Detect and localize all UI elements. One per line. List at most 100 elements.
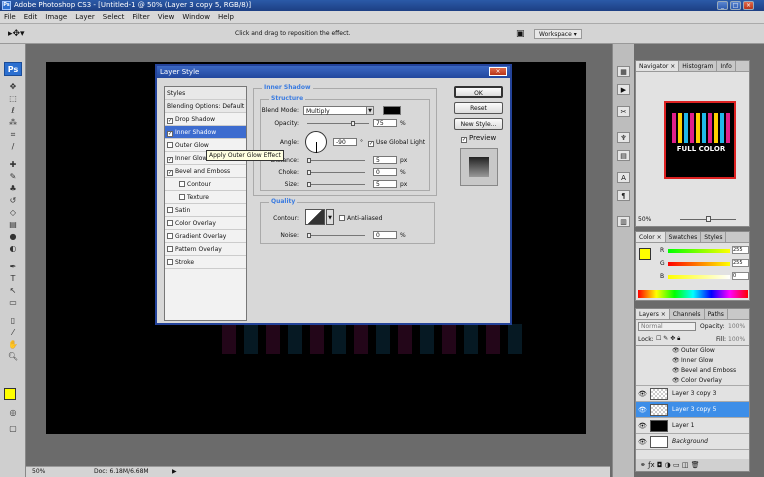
workspace-menu[interactable]: Workspace ▾ <box>534 29 582 39</box>
tab-histogram[interactable]: Histogram <box>679 61 718 71</box>
size-slider[interactable] <box>307 182 365 187</box>
tab-color[interactable]: Color × <box>636 232 666 242</box>
effect-eye-icon[interactable]: 👁︎ <box>672 346 680 356</box>
foreground-color-swatch[interactable] <box>4 388 16 400</box>
menu-file[interactable]: File <box>0 11 20 24</box>
hand-tool-icon[interactable]: ✋ <box>6 340 20 350</box>
contour-chevron-down-icon[interactable]: ▼ <box>326 209 334 225</box>
brushes-icon[interactable]: ▦ <box>617 66 630 77</box>
layer-row[interactable]: 👁︎ Background <box>636 434 749 450</box>
blur-tool-icon[interactable]: ● <box>6 232 20 242</box>
contour-preview[interactable] <box>305 209 325 225</box>
effect-color-overlay[interactable]: 👁︎ Color Overlay <box>636 376 749 386</box>
tool-presets-icon[interactable]: ✂ <box>617 106 630 117</box>
menu-image[interactable]: Image <box>41 11 71 24</box>
b-slider[interactable] <box>668 275 730 279</box>
style-item-checkbox[interactable] <box>167 220 173 226</box>
character-icon[interactable]: A <box>617 172 630 183</box>
tab-navigator[interactable]: Navigator × <box>636 61 680 71</box>
minimize-button[interactable]: _ <box>717 1 728 10</box>
style-item-checkbox[interactable]: ✓ <box>167 131 173 137</box>
screen-mode-icon[interactable]: ▢ <box>6 424 20 434</box>
style-item-checkbox[interactable]: ✓ <box>167 118 173 124</box>
distance-slider[interactable] <box>307 158 365 163</box>
brush-tool-icon[interactable]: ✎ <box>6 172 20 182</box>
tab-swatches[interactable]: Swatches <box>666 232 702 242</box>
type-tool-icon[interactable]: T <box>6 274 20 284</box>
fg-color-chip[interactable] <box>639 248 651 260</box>
style-item-contour[interactable]: Contour <box>165 178 246 191</box>
style-item-bevel-and-emboss[interactable]: ✓ Bevel and Emboss <box>165 165 246 178</box>
tab-channels[interactable]: Channels <box>670 309 705 319</box>
effect-outer-glow[interactable]: 👁︎ Outer Glow <box>636 346 749 356</box>
clone-source-icon[interactable]: ♆ <box>617 132 630 143</box>
menu-window[interactable]: Window <box>178 11 214 24</box>
bridge-icon[interactable]: ▣ <box>516 24 525 44</box>
styles-header[interactable]: Styles <box>165 87 246 100</box>
eraser-tool-icon[interactable]: ◇ <box>6 208 20 218</box>
dialog-title-bar[interactable]: Layer Style <box>157 66 510 78</box>
g-value[interactable]: 255 <box>732 259 749 267</box>
style-item-checkbox[interactable]: ✓ <box>167 170 173 176</box>
choke-slider[interactable] <box>307 170 365 175</box>
close-button[interactable]: × <box>743 1 754 10</box>
opacity-value[interactable]: 100% <box>728 323 745 330</box>
style-item-color-overlay[interactable]: Color Overlay <box>165 217 246 230</box>
style-item-checkbox[interactable] <box>179 194 185 200</box>
b-value[interactable]: 0 <box>732 272 749 280</box>
magic-wand-icon[interactable]: ⁂ <box>6 118 20 128</box>
navigator-zoom[interactable]: 50% <box>638 216 651 223</box>
menu-view[interactable]: View <box>154 11 179 24</box>
shadow-color-swatch[interactable] <box>383 106 401 115</box>
style-item-checkbox[interactable] <box>179 181 185 187</box>
style-item-drop-shadow[interactable]: ✓ Drop Shadow <box>165 113 246 126</box>
reset-button[interactable]: Reset <box>454 102 503 114</box>
style-item-checkbox[interactable] <box>167 259 173 265</box>
blend-mode-select[interactable]: Normal <box>638 322 696 331</box>
menu-edit[interactable]: Edit <box>20 11 42 24</box>
tab-info[interactable]: Info <box>717 61 736 71</box>
opacity-slider[interactable] <box>307 121 369 126</box>
menu-layer[interactable]: Layer <box>71 11 99 24</box>
r-value[interactable]: 255 <box>732 246 749 254</box>
angle-input[interactable]: -90 <box>333 138 357 146</box>
visibility-eye-icon[interactable]: 👁︎ <box>638 406 647 414</box>
style-item-checkbox[interactable] <box>167 246 173 252</box>
effect-inner-glow[interactable]: 👁︎ Inner Glow <box>636 356 749 366</box>
style-item-pattern-overlay[interactable]: Pattern Overlay <box>165 243 246 256</box>
actions-icon[interactable]: ▶ <box>617 84 630 95</box>
distance-slider-knob[interactable] <box>307 158 311 163</box>
history-brush-icon[interactable]: ↺ <box>6 196 20 206</box>
visibility-eye-icon[interactable]: 👁︎ <box>638 422 647 430</box>
style-item-texture[interactable]: Texture <box>165 191 246 204</box>
zoom-level[interactable]: 50% <box>32 467 45 477</box>
lasso-tool-icon[interactable]: ℓ <box>6 106 20 116</box>
g-slider[interactable] <box>668 262 730 266</box>
tab-layers[interactable]: Layers × <box>636 309 670 319</box>
ok-button[interactable]: OK <box>454 86 503 98</box>
new-style-button[interactable]: New Style... <box>454 118 503 130</box>
style-item-gradient-overlay[interactable]: Gradient Overlay <box>165 230 246 243</box>
stamp-tool-icon[interactable]: ♣ <box>6 184 20 194</box>
layer-row[interactable]: 👁︎ Layer 1 <box>636 418 749 434</box>
color-spectrum[interactable] <box>638 290 748 298</box>
layer-row[interactable]: 👁︎ Layer 3 copy 3 <box>636 386 749 402</box>
choke-slider-knob[interactable] <box>307 170 311 175</box>
effect-eye-icon[interactable]: 👁︎ <box>672 376 680 386</box>
gradient-tool-icon[interactable]: ▤ <box>6 220 20 230</box>
dialog-close-icon[interactable]: × <box>489 67 507 76</box>
quickmask-icon[interactable]: ◎ <box>6 408 20 418</box>
lock-icons[interactable]: ☐ ✎ ✥ 🔒︎ <box>656 335 680 343</box>
move-tool-icon[interactable]: ▸✥▾ <box>8 24 25 44</box>
noise-slider[interactable] <box>307 233 365 238</box>
style-item-checkbox[interactable] <box>167 233 173 239</box>
healing-brush-icon[interactable]: ✚ <box>6 160 20 170</box>
crop-tool-icon[interactable]: ⌗ <box>6 130 20 140</box>
global-light-checkbox[interactable]: ✓ Use Global Light <box>368 138 425 147</box>
notes-tool-icon[interactable]: ▯ <box>6 316 20 326</box>
pen-tool-icon[interactable]: ✒ <box>6 262 20 272</box>
layer-comps-icon[interactable]: ▤ <box>617 150 630 161</box>
zoom-tool-icon[interactable]: 🔍︎ <box>6 352 20 362</box>
tab-styles[interactable]: Styles <box>701 232 727 242</box>
choke-input[interactable]: 0 <box>373 168 397 176</box>
